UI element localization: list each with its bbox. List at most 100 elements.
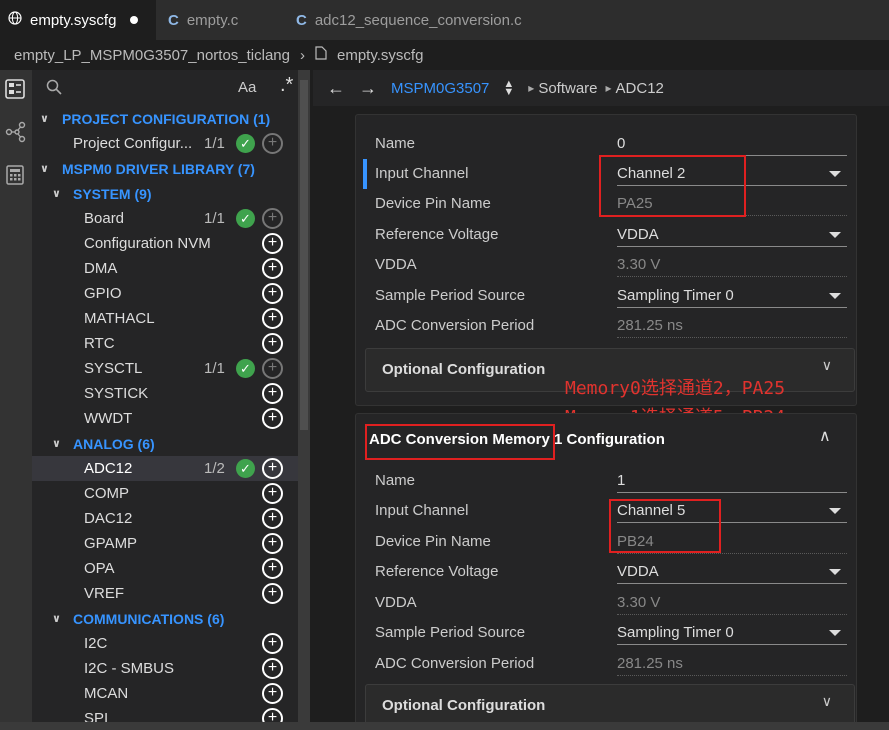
add-circle-icon[interactable]: + [262,333,283,354]
module-sysctl[interactable]: SYSCTL 1/1 ✓ + [32,356,310,381]
module-configuration-nvm[interactable]: Configuration NVM + [32,231,310,256]
input-channel-label: Input Channel [375,502,469,519]
forward-arrow-icon[interactable]: → [359,78,377,99]
module-rtc[interactable]: RTC + [32,331,310,356]
chevron-down-icon[interactable]: ∨ [822,357,832,374]
module-gpamp[interactable]: GPAMP + [32,531,310,556]
config-scrollbar[interactable] [873,106,889,730]
vdda-label: VDDA [375,256,417,273]
add-circle-icon[interactable]: + [262,458,283,479]
module-label: Board [84,210,125,227]
module-mathacl[interactable]: MATHACL + [32,306,310,331]
calculator-icon[interactable] [4,164,26,186]
module-dac12[interactable]: DAC12 + [32,506,310,531]
sort-updown-icon[interactable]: ▲ ▼ [503,79,514,98]
add-circle-icon[interactable]: + [262,483,283,504]
config-view-icon[interactable] [4,78,26,100]
crumb-adc12[interactable]: ADC12 [616,80,664,97]
add-circle-icon[interactable]: + [262,583,283,604]
globe-icon [8,11,22,29]
add-circle-icon[interactable]: + [262,633,283,654]
dropdown-caret-icon [829,232,841,238]
module-wwdt[interactable]: WWDT + [32,406,310,431]
reference-voltage-label: Reference Voltage [375,563,499,580]
search-icon[interactable] [46,79,62,99]
module-gpio[interactable]: GPIO + [32,281,310,306]
add-circle-icon[interactable]: + [262,358,283,379]
module-adc12[interactable]: ADC12 1/2 ✓ + [32,456,310,481]
add-circle-icon[interactable]: + [262,408,283,429]
reference-voltage-select[interactable]: VDDA [617,226,847,247]
module-label: MCAN [84,685,129,702]
add-circle-icon[interactable]: + [262,208,283,229]
chevron-right-icon: ▸ [528,81,535,95]
module-mcan[interactable]: MCAN + [32,681,310,706]
sample-period-source-label: Sample Period Source [375,624,526,641]
category-system[interactable]: ∨ SYSTEM (9) [32,181,310,206]
add-circle-icon[interactable]: + [262,658,283,679]
category-analog[interactable]: ∨ ANALOG (6) [32,431,310,456]
section-driver-library[interactable]: ∨ MSPM0 DRIVER LIBRARY (7) [32,156,310,181]
add-circle-icon[interactable]: + [262,308,283,329]
sample-period-source-select[interactable]: Sampling Timer 0 [617,287,847,308]
back-arrow-icon[interactable]: ← [327,78,345,99]
name-field[interactable]: 0 [617,135,847,156]
breadcrumb-file[interactable]: empty.syscfg [337,47,423,64]
add-circle-icon[interactable]: + [262,233,283,254]
match-case-button[interactable]: Aa [238,79,256,96]
module-vref[interactable]: VREF + [32,581,310,606]
tab-empty-c[interactable]: C empty.c [160,0,284,40]
regex-button[interactable]: .* [280,74,293,97]
chevron-up-icon[interactable]: ∧ [819,426,831,446]
crumb-software[interactable]: Software [538,80,597,97]
network-icon[interactable] [4,120,26,143]
add-circle-icon[interactable]: + [262,133,283,154]
chevron-down-icon: ∨ [52,613,61,625]
module-systick[interactable]: SYSTICK + [32,381,310,406]
name-label: Name [375,135,416,152]
module-i2c[interactable]: I2C + [32,631,310,656]
module-opa[interactable]: OPA + [32,556,310,581]
add-circle-icon[interactable]: + [262,283,283,304]
check-circle-icon: ✓ [236,459,255,478]
sample-period-source-value: Sampling Timer 0 [617,287,734,304]
chevron-down-icon[interactable]: ∨ [822,693,832,710]
add-circle-icon[interactable]: + [262,508,283,529]
module-label: DAC12 [84,510,133,527]
module-label: Configuration NVM [84,235,211,252]
horizontal-scrollbar[interactable] [0,722,889,730]
module-i2c-smbus[interactable]: I2C - SMBUS + [32,656,310,681]
module-label: SYSTICK [84,385,149,402]
module-label: VREF [84,585,125,602]
dropdown-caret-icon [829,630,841,636]
module-project-configuration[interactable]: Project Configur... 1/1 ✓ + [32,131,310,156]
module-label: RTC [84,335,115,352]
file-icon [315,46,327,64]
reference-voltage-select[interactable]: VDDA [617,563,847,584]
section-title: PROJECT CONFIGURATION (1) [62,110,271,127]
optional-configuration-title: Optional Configuration [382,697,546,714]
add-circle-icon[interactable]: + [262,558,283,579]
module-board[interactable]: Board 1/1 ✓ + [32,206,310,231]
tab-adc12-sequence-conversion[interactable]: C adc12_sequence_conversion.c [288,0,558,40]
add-circle-icon[interactable]: + [262,258,283,279]
activity-bar [0,70,32,730]
module-label: I2C - SMBUS [84,660,175,677]
name-field[interactable]: 1 [617,472,847,493]
module-comp[interactable]: COMP + [32,481,310,506]
section-project-configuration[interactable]: ∨ PROJECT CONFIGURATION (1) [32,106,310,131]
module-dma[interactable]: DMA + [32,256,310,281]
module-label: ADC12 [84,460,133,477]
module-label: DMA [84,260,118,277]
device-selector[interactable]: MSPM0G3507 [391,80,489,97]
sample-period-source-select[interactable]: Sampling Timer 0 [617,624,847,645]
category-communications[interactable]: ∨ COMMUNICATIONS (6) [32,606,310,631]
add-circle-icon[interactable]: + [262,533,283,554]
add-circle-icon[interactable]: + [262,383,283,404]
unsaved-dot-icon [130,16,139,24]
breadcrumb-project[interactable]: empty_LP_MSPM0G3507_nortos_ticlang [14,47,290,64]
tab-empty-syscfg[interactable]: empty.syscfg [0,0,156,40]
add-circle-icon[interactable]: + [262,683,283,704]
sidebar-scrollbar-thumb[interactable] [300,80,308,430]
device-pin-label: Device Pin Name [375,195,491,212]
